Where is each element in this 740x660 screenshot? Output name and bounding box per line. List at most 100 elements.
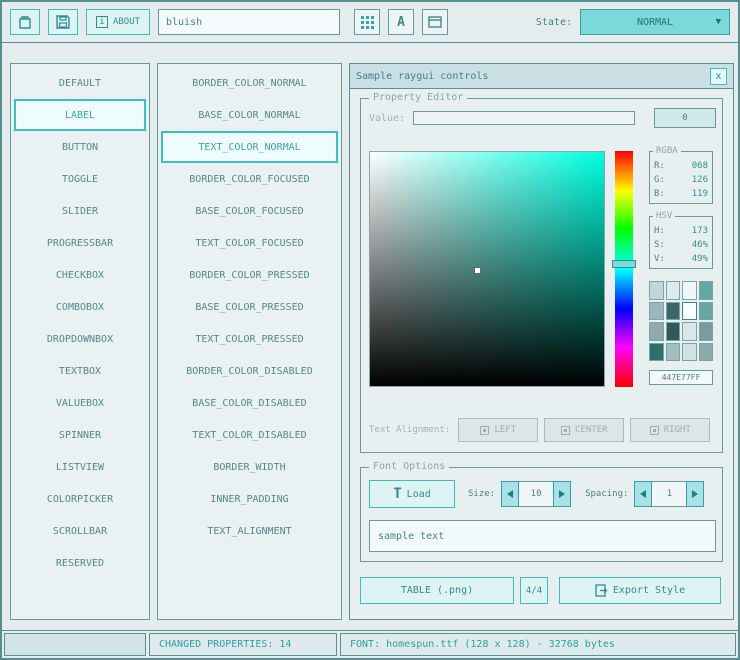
hex-color-input[interactable]: 447E77FF [649,370,713,385]
hue-slider-handle[interactable] [612,260,636,268]
font-atlas-button[interactable]: A [388,9,414,35]
font-size-value[interactable]: 10 [519,481,553,507]
control-item[interactable]: TOGGLE [14,163,146,195]
palette-swatch[interactable] [699,281,714,300]
spacing-increase-button[interactable] [686,481,704,507]
sample-text-input[interactable]: sample text [369,520,716,552]
align-left-icon [480,426,489,435]
control-item[interactable]: COLORPICKER [14,483,146,515]
export-style-button[interactable]: Export Style [559,577,721,604]
about-button[interactable]: i ABOUT [86,9,150,35]
property-item[interactable]: BASE_COLOR_NORMAL [161,99,338,131]
toolbar: i ABOUT A [2,2,738,43]
color-picker-cursor[interactable] [474,267,481,274]
palette-swatch[interactable] [699,343,714,362]
size-increase-button[interactable] [553,481,571,507]
property-item[interactable]: BORDER_COLOR_NORMAL [161,67,338,99]
window-view-button[interactable] [422,9,448,35]
font-spacing-value[interactable]: 1 [652,481,686,507]
property-item[interactable]: TEXT_COLOR_PRESSED [161,323,338,355]
property-item-selected[interactable]: TEXT_COLOR_NORMAL [161,131,338,163]
control-item[interactable]: VALUEBOX [14,387,146,419]
control-item[interactable]: DROPDOWNBOX [14,323,146,355]
palette-swatch[interactable] [649,281,664,300]
property-item[interactable]: BORDER_COLOR_DISABLED [161,355,338,387]
font-size-label: Size: [468,489,495,499]
table-format-button[interactable]: TABLE (.png) [360,577,514,604]
palette-swatch[interactable] [666,302,681,321]
control-item-selected[interactable]: LABEL [14,99,146,131]
align-center-button[interactable]: CENTER [544,418,624,442]
rgba-blue-value: 119 [692,187,708,201]
text-t-icon: T [393,486,401,502]
new-file-icon [18,15,32,30]
palette-swatch[interactable] [649,302,664,321]
rgba-blue-label: B: [654,187,665,201]
property-editor-group: Property Editor Value: 0 RGBA R [360,98,723,453]
palette-swatch[interactable] [666,281,681,300]
control-item[interactable]: CHECKBOX [14,259,146,291]
property-item[interactable]: BORDER_COLOR_FOCUSED [161,163,338,195]
property-item[interactable]: BASE_COLOR_FOCUSED [161,195,338,227]
controls-list: DEFAULT LABEL BUTTON TOGGLE SLIDER PROGR… [10,63,150,620]
property-item[interactable]: TEXT_COLOR_FOCUSED [161,227,338,259]
font-size-spinner: 10 [501,481,571,507]
palette-swatch[interactable] [666,343,681,362]
property-item[interactable]: INNER_PADDING [161,483,338,515]
value-display-button[interactable]: 0 [654,108,716,128]
spacing-decrease-button[interactable] [634,481,652,507]
control-item[interactable]: BUTTON [14,131,146,163]
palette-swatch[interactable] [666,322,681,341]
new-style-button[interactable] [10,9,40,35]
palette-swatch[interactable] [649,343,664,362]
size-decrease-button[interactable] [501,481,519,507]
align-left-button[interactable]: LEFT [458,418,538,442]
close-window-button[interactable]: x [710,68,727,85]
control-item[interactable]: SCROLLBAR [14,515,146,547]
palette-swatch[interactable] [682,343,697,362]
rgba-green-label: G: [654,173,665,187]
property-item[interactable]: BORDER_WIDTH [161,451,338,483]
info-icon: i [96,16,108,28]
control-item[interactable]: RESERVED [14,547,146,579]
style-name-input[interactable] [158,9,340,35]
align-center-label: CENTER [575,425,608,435]
state-dropdown[interactable]: NORMAL ▼ [580,9,730,35]
text-alignment-row: Text Alignment: LEFT CENTER RIGHT [369,417,716,443]
palette-grid-button[interactable] [354,9,380,35]
control-item[interactable]: TEXTBOX [14,355,146,387]
property-item[interactable]: BASE_COLOR_PRESSED [161,291,338,323]
property-item[interactable]: BORDER_COLOR_PRESSED [161,259,338,291]
palette-swatch[interactable] [699,322,714,341]
property-item[interactable]: TEXT_ALIGNMENT [161,515,338,547]
control-item[interactable]: PROGRESSBAR [14,227,146,259]
palette-swatch[interactable] [682,281,697,300]
sample-window-title: Sample raygui controls [356,71,488,82]
palette-swatch[interactable] [699,302,714,321]
control-item[interactable]: LISTVIEW [14,451,146,483]
font-info-status: FONT: homespun.ttf (128 x 128) - 32768 b… [340,633,736,656]
statusbar: CHANGED PROPERTIES: 14 FONT: homespun.tt… [2,630,738,658]
property-item[interactable]: TEXT_COLOR_DISABLED [161,419,338,451]
right-arrow-icon [692,490,698,498]
control-item[interactable]: SPINNER [14,419,146,451]
save-style-button[interactable] [48,9,78,35]
control-item[interactable]: DEFAULT [14,67,146,99]
align-right-button[interactable]: RIGHT [630,418,710,442]
value-slider[interactable] [413,111,635,125]
control-item[interactable]: COMBOBOX [14,291,146,323]
rgba-green-row: G: 126 [654,173,708,187]
hue-slider[interactable] [615,151,633,387]
palette-swatch[interactable] [649,322,664,341]
palette-swatch[interactable] [682,322,697,341]
palette-swatch-selected[interactable] [682,302,697,321]
load-font-button[interactable]: T Load [369,480,455,508]
color-saturation-panel[interactable] [369,151,605,387]
property-item[interactable]: BASE_COLOR_DISABLED [161,387,338,419]
save-icon [56,15,70,29]
pages-button[interactable]: 4/4 [520,577,548,604]
color-values-column: RGBA R: 068 G: 126 B: 119 [649,151,713,385]
rgba-red-value: 068 [692,159,708,173]
control-item[interactable]: SLIDER [14,195,146,227]
sample-window-titlebar[interactable]: Sample raygui controls x [350,64,733,89]
